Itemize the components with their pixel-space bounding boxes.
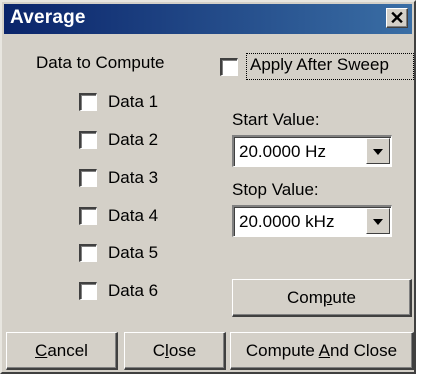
data-2-checkbox[interactable] xyxy=(79,131,97,149)
compute-and-close-button[interactable]: Compute And Close xyxy=(230,332,414,370)
data-3-label[interactable]: Data 3 xyxy=(108,168,158,188)
window-title: Average xyxy=(10,7,86,28)
apply-after-sweep-label[interactable]: Apply After Sweep xyxy=(250,55,389,75)
compute-button[interactable]: Compute xyxy=(232,279,412,317)
data-5-checkbox[interactable] xyxy=(79,244,97,262)
title-bar[interactable]: Average ✕ xyxy=(4,4,412,34)
start-value-combo[interactable]: 20.0000 Hz xyxy=(232,135,392,167)
stop-value-dropdown-button[interactable] xyxy=(366,208,390,234)
start-value-text: 20.0000 Hz xyxy=(239,142,326,161)
chevron-down-icon xyxy=(373,149,383,155)
close-window-button[interactable]: ✕ xyxy=(386,8,408,28)
data-4-checkbox[interactable] xyxy=(79,207,97,225)
start-value-dropdown-button[interactable] xyxy=(366,138,390,164)
stop-value-text: 20.0000 kHz xyxy=(239,212,335,231)
data-6-label[interactable]: Data 6 xyxy=(108,281,158,301)
data-6-checkbox[interactable] xyxy=(79,282,97,300)
data-1-checkbox[interactable] xyxy=(79,93,97,111)
data-2-label[interactable]: Data 2 xyxy=(108,130,158,150)
start-value-label: Start Value: xyxy=(232,110,320,129)
stop-value-combo[interactable]: 20.0000 kHz xyxy=(232,205,392,237)
close-icon: ✕ xyxy=(389,8,405,28)
apply-after-sweep-checkbox[interactable] xyxy=(220,58,238,76)
average-dialog: Average ✕ Data to Compute Data 1 Data 2 … xyxy=(0,0,416,374)
data-4-label[interactable]: Data 4 xyxy=(108,206,158,226)
stop-value-label: Stop Value: xyxy=(232,180,319,199)
close-button[interactable]: Close xyxy=(124,332,226,370)
chevron-down-icon xyxy=(373,219,383,225)
data-5-label[interactable]: Data 5 xyxy=(108,243,158,263)
data-3-checkbox[interactable] xyxy=(79,169,97,187)
cancel-button[interactable]: Cancel xyxy=(6,332,118,370)
data-1-label[interactable]: Data 1 xyxy=(108,92,158,112)
data-to-compute-label: Data to Compute xyxy=(36,53,165,72)
